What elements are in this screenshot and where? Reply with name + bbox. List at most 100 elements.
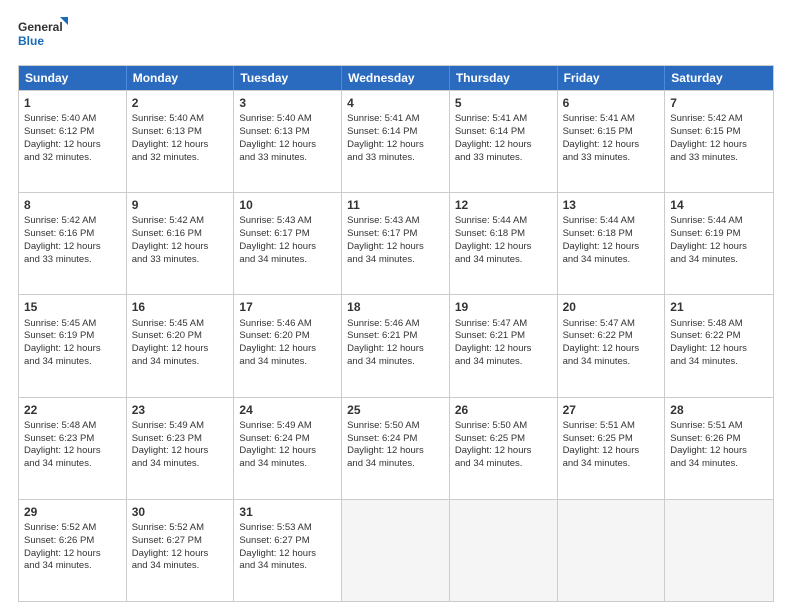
- calendar-week-1: 1Sunrise: 5:40 AMSunset: 6:12 PMDaylight…: [19, 90, 773, 192]
- calendar-week-4: 22Sunrise: 5:48 AMSunset: 6:23 PMDayligh…: [19, 397, 773, 499]
- day-number: 4: [347, 95, 444, 111]
- calendar-day-24: 24Sunrise: 5:49 AMSunset: 6:24 PMDayligh…: [234, 398, 342, 499]
- day-info-line: and 34 minutes.: [347, 458, 444, 471]
- day-info-line: Sunrise: 5:44 AM: [563, 215, 660, 228]
- calendar-day-26: 26Sunrise: 5:50 AMSunset: 6:25 PMDayligh…: [450, 398, 558, 499]
- day-info-line: Daylight: 12 hours: [347, 139, 444, 152]
- calendar-day-30: 30Sunrise: 5:52 AMSunset: 6:27 PMDayligh…: [127, 500, 235, 601]
- calendar-day-empty: [558, 500, 666, 601]
- day-info-line: and 34 minutes.: [239, 458, 336, 471]
- day-info-line: and 34 minutes.: [670, 458, 768, 471]
- day-info-line: Sunrise: 5:46 AM: [239, 318, 336, 331]
- day-info-line: and 33 minutes.: [132, 254, 229, 267]
- day-info-line: Sunrise: 5:40 AM: [24, 113, 121, 126]
- day-number: 16: [132, 299, 229, 315]
- day-info-line: and 33 minutes.: [563, 152, 660, 165]
- day-info-line: Daylight: 12 hours: [347, 445, 444, 458]
- day-info-line: Sunrise: 5:51 AM: [670, 420, 768, 433]
- day-info-line: Sunset: 6:14 PM: [455, 126, 552, 139]
- calendar-body: 1Sunrise: 5:40 AMSunset: 6:12 PMDaylight…: [19, 90, 773, 601]
- day-info-line: Sunrise: 5:45 AM: [132, 318, 229, 331]
- day-info-line: and 34 minutes.: [132, 458, 229, 471]
- day-number: 27: [563, 402, 660, 418]
- day-info-line: Sunrise: 5:52 AM: [24, 522, 121, 535]
- logo-svg: General Blue: [18, 15, 68, 55]
- day-info-line: Sunrise: 5:41 AM: [563, 113, 660, 126]
- calendar-day-7: 7Sunrise: 5:42 AMSunset: 6:15 PMDaylight…: [665, 91, 773, 192]
- day-info-line: Sunset: 6:25 PM: [455, 433, 552, 446]
- day-info-line: Sunset: 6:27 PM: [239, 535, 336, 548]
- day-info-line: Sunrise: 5:42 AM: [24, 215, 121, 228]
- day-info-line: and 33 minutes.: [347, 152, 444, 165]
- day-info-line: Sunrise: 5:41 AM: [455, 113, 552, 126]
- day-info-line: Daylight: 12 hours: [347, 241, 444, 254]
- day-info-line: Sunset: 6:23 PM: [24, 433, 121, 446]
- day-info-line: and 34 minutes.: [24, 458, 121, 471]
- day-header-thursday: Thursday: [450, 66, 558, 90]
- calendar-day-31: 31Sunrise: 5:53 AMSunset: 6:27 PMDayligh…: [234, 500, 342, 601]
- calendar-day-10: 10Sunrise: 5:43 AMSunset: 6:17 PMDayligh…: [234, 193, 342, 294]
- day-number: 29: [24, 504, 121, 520]
- day-info-line: Daylight: 12 hours: [455, 445, 552, 458]
- calendar-day-23: 23Sunrise: 5:49 AMSunset: 6:23 PMDayligh…: [127, 398, 235, 499]
- day-info-line: Sunrise: 5:42 AM: [670, 113, 768, 126]
- day-number: 24: [239, 402, 336, 418]
- day-number: 14: [670, 197, 768, 213]
- calendar-day-17: 17Sunrise: 5:46 AMSunset: 6:20 PMDayligh…: [234, 295, 342, 396]
- day-info-line: Sunset: 6:22 PM: [563, 330, 660, 343]
- page: General Blue SundayMondayTuesdayWednesda…: [0, 0, 792, 612]
- day-info-line: and 34 minutes.: [239, 254, 336, 267]
- day-info-line: Daylight: 12 hours: [239, 548, 336, 561]
- day-info-line: Sunrise: 5:53 AM: [239, 522, 336, 535]
- day-info-line: Sunset: 6:27 PM: [132, 535, 229, 548]
- day-info-line: Sunrise: 5:49 AM: [239, 420, 336, 433]
- day-info-line: Sunset: 6:17 PM: [239, 228, 336, 241]
- day-info-line: and 34 minutes.: [24, 356, 121, 369]
- calendar-day-empty: [450, 500, 558, 601]
- calendar-day-3: 3Sunrise: 5:40 AMSunset: 6:13 PMDaylight…: [234, 91, 342, 192]
- day-info-line: and 33 minutes.: [455, 152, 552, 165]
- svg-text:General: General: [18, 20, 63, 34]
- calendar-day-14: 14Sunrise: 5:44 AMSunset: 6:19 PMDayligh…: [665, 193, 773, 294]
- day-info-line: Daylight: 12 hours: [563, 139, 660, 152]
- day-number: 22: [24, 402, 121, 418]
- day-info-line: Sunrise: 5:43 AM: [239, 215, 336, 228]
- day-info-line: Daylight: 12 hours: [563, 241, 660, 254]
- day-number: 23: [132, 402, 229, 418]
- day-info-line: Sunset: 6:21 PM: [347, 330, 444, 343]
- day-number: 6: [563, 95, 660, 111]
- day-info-line: Sunset: 6:15 PM: [563, 126, 660, 139]
- day-info-line: and 34 minutes.: [455, 356, 552, 369]
- calendar-day-20: 20Sunrise: 5:47 AMSunset: 6:22 PMDayligh…: [558, 295, 666, 396]
- day-number: 20: [563, 299, 660, 315]
- day-number: 3: [239, 95, 336, 111]
- day-number: 12: [455, 197, 552, 213]
- calendar-day-2: 2Sunrise: 5:40 AMSunset: 6:13 PMDaylight…: [127, 91, 235, 192]
- day-info-line: Daylight: 12 hours: [670, 241, 768, 254]
- calendar-day-15: 15Sunrise: 5:45 AMSunset: 6:19 PMDayligh…: [19, 295, 127, 396]
- calendar-day-empty: [665, 500, 773, 601]
- day-info-line: Sunset: 6:16 PM: [132, 228, 229, 241]
- day-info-line: and 33 minutes.: [670, 152, 768, 165]
- day-info-line: Sunset: 6:13 PM: [239, 126, 336, 139]
- day-info-line: and 34 minutes.: [455, 254, 552, 267]
- calendar-day-empty: [342, 500, 450, 601]
- day-info-line: Daylight: 12 hours: [670, 343, 768, 356]
- day-info-line: Sunset: 6:13 PM: [132, 126, 229, 139]
- day-number: 7: [670, 95, 768, 111]
- calendar-day-13: 13Sunrise: 5:44 AMSunset: 6:18 PMDayligh…: [558, 193, 666, 294]
- day-number: 15: [24, 299, 121, 315]
- day-info-line: Daylight: 12 hours: [670, 445, 768, 458]
- calendar-day-8: 8Sunrise: 5:42 AMSunset: 6:16 PMDaylight…: [19, 193, 127, 294]
- day-info-line: Daylight: 12 hours: [132, 548, 229, 561]
- day-info-line: Sunrise: 5:50 AM: [455, 420, 552, 433]
- calendar-day-12: 12Sunrise: 5:44 AMSunset: 6:18 PMDayligh…: [450, 193, 558, 294]
- day-info-line: Daylight: 12 hours: [239, 445, 336, 458]
- day-number: 30: [132, 504, 229, 520]
- day-info-line: Sunset: 6:21 PM: [455, 330, 552, 343]
- calendar-header: SundayMondayTuesdayWednesdayThursdayFrid…: [19, 66, 773, 90]
- day-info-line: Daylight: 12 hours: [24, 241, 121, 254]
- calendar-week-5: 29Sunrise: 5:52 AMSunset: 6:26 PMDayligh…: [19, 499, 773, 601]
- day-header-monday: Monday: [127, 66, 235, 90]
- day-number: 2: [132, 95, 229, 111]
